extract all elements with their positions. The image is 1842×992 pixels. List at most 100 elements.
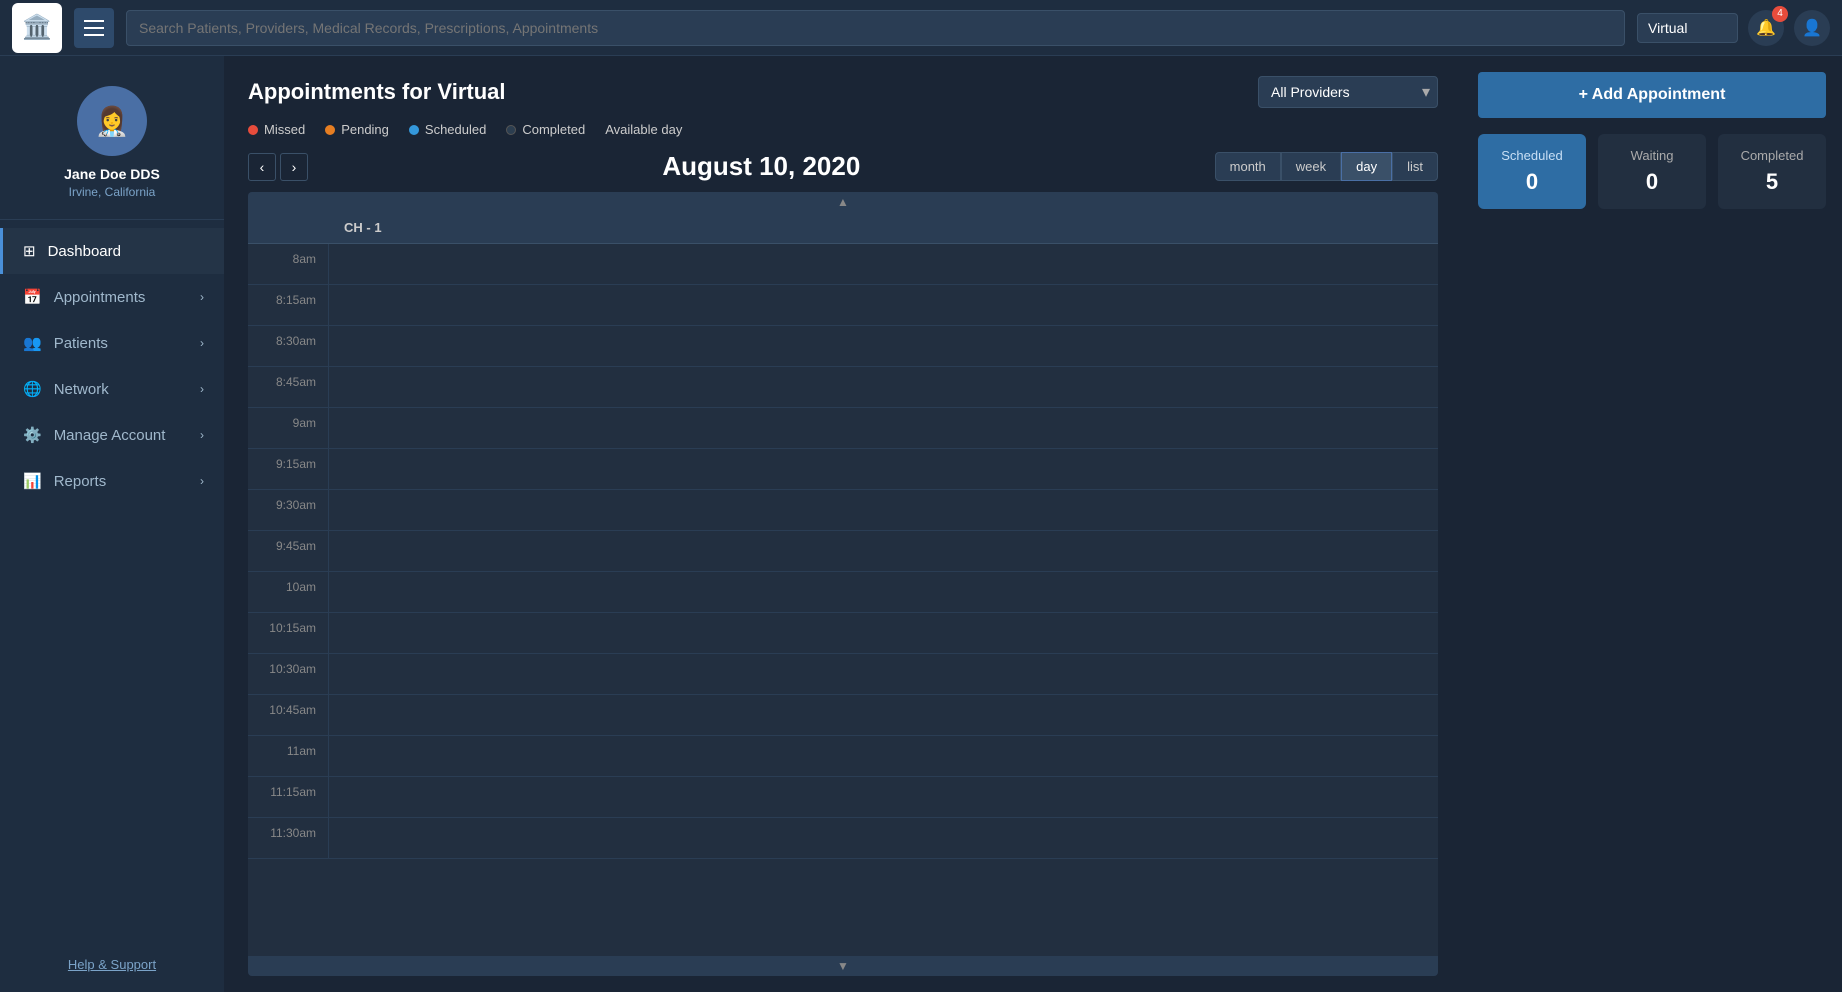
page-header: Appointments for Virtual All Providers P… (224, 56, 1462, 122)
completed-dot (506, 125, 516, 135)
tab-week[interactable]: week (1281, 152, 1341, 181)
sidebar-item-manage-account[interactable]: ⚙️ Manage Account › (0, 412, 224, 458)
time-slot[interactable] (328, 449, 1438, 489)
legend-bar: Missed Pending Scheduled Completed Avail… (224, 122, 1462, 151)
time-label: 9:15am (248, 449, 328, 489)
time-label: 10:30am (248, 654, 328, 694)
main-layout: 👩‍⚕️ Jane Doe DDS Irvine, California ⊞ D… (0, 56, 1842, 992)
time-slot[interactable] (328, 654, 1438, 694)
time-label: 10:15am (248, 613, 328, 653)
sidebar-user: 👩‍⚕️ Jane Doe DDS Irvine, California (0, 66, 224, 220)
menu-bar (84, 34, 104, 36)
time-row: 9:45am (248, 531, 1438, 572)
legend-missed: Missed (248, 122, 305, 137)
legend-pending-label: Pending (341, 122, 389, 137)
current-date: August 10, 2020 (324, 151, 1199, 182)
ch-label: CH - 1 (344, 220, 382, 235)
time-row: 10am (248, 572, 1438, 613)
time-slot[interactable] (328, 613, 1438, 653)
notification-badge: 4 (1772, 6, 1788, 22)
chevron-right-icon: › (200, 382, 204, 396)
prev-button[interactable]: ‹ (248, 153, 276, 181)
stat-value-scheduled: 0 (1488, 169, 1576, 195)
time-row: 11am (248, 736, 1438, 777)
legend-scheduled: Scheduled (409, 122, 486, 137)
add-appointment-button[interactable]: + Add Appointment (1478, 72, 1826, 118)
tab-list[interactable]: list (1392, 152, 1438, 181)
patients-icon: 👥 (23, 334, 42, 352)
stat-card-scheduled[interactable]: Scheduled 0 (1478, 134, 1586, 209)
time-label: 11:15am (248, 777, 328, 817)
right-panel: + Add Appointment Scheduled 0 Waiting 0 … (1462, 56, 1842, 992)
view-tabs: month week day list (1215, 152, 1438, 181)
next-button[interactable]: › (280, 153, 308, 181)
time-slot[interactable] (328, 531, 1438, 571)
page-title: Appointments for Virtual (248, 79, 506, 105)
stat-label-waiting: Waiting (1608, 148, 1696, 163)
sidebar-item-appointments[interactable]: 📅 Appointments › (0, 274, 224, 320)
legend-completed: Completed (506, 122, 585, 137)
avatar: 👩‍⚕️ (77, 86, 147, 156)
time-row: 10:15am (248, 613, 1438, 654)
time-row: 8:15am (248, 285, 1438, 326)
tab-month[interactable]: month (1215, 152, 1281, 181)
time-slot[interactable] (328, 572, 1438, 612)
legend-available: Available day (605, 122, 682, 137)
time-row: 8:30am (248, 326, 1438, 367)
tab-day[interactable]: day (1341, 152, 1392, 181)
time-label: 8am (248, 244, 328, 284)
nav-arrows: ‹ › (248, 153, 308, 181)
available-day-label: Available day (605, 122, 682, 137)
legend-missed-label: Missed (264, 122, 305, 137)
time-slot[interactable] (328, 244, 1438, 284)
menu-bar (84, 27, 104, 29)
time-label: 8:30am (248, 326, 328, 366)
sidebar-item-label: Network (54, 381, 109, 398)
location-select[interactable]: Virtual In-Person (1637, 13, 1738, 43)
scroll-down-arrow[interactable]: ▼ (248, 956, 1438, 976)
chevron-right-icon: › (200, 474, 204, 488)
time-label: 10:45am (248, 695, 328, 735)
sidebar-nav: ⊞ Dashboard 📅 Appointments › 👥 Patients … (0, 228, 224, 937)
provider-select[interactable]: All Providers Provider A Provider B (1258, 76, 1438, 108)
time-slot[interactable] (328, 736, 1438, 776)
time-slot[interactable] (328, 818, 1438, 858)
time-slot[interactable] (328, 777, 1438, 817)
stats-row: Scheduled 0 Waiting 0 Completed 5 (1478, 134, 1826, 209)
legend-pending: Pending (325, 122, 389, 137)
sidebar-item-dashboard[interactable]: ⊞ Dashboard (0, 228, 224, 274)
time-slot[interactable] (328, 367, 1438, 407)
menu-bar (84, 20, 104, 22)
scroll-up-arrow[interactable]: ▲ (248, 192, 1438, 212)
time-slot[interactable] (328, 490, 1438, 530)
time-slot[interactable] (328, 408, 1438, 448)
help-support-link[interactable]: Help & Support (0, 937, 224, 992)
stat-card-waiting[interactable]: Waiting 0 (1598, 134, 1706, 209)
time-slot[interactable] (328, 285, 1438, 325)
topbar: 🏛️ Virtual In-Person 🔔 4 👤 (0, 0, 1842, 56)
time-label: 9:30am (248, 490, 328, 530)
sidebar-item-patients[interactable]: 👥 Patients › (0, 320, 224, 366)
stat-value-waiting: 0 (1608, 169, 1696, 195)
time-row: 9:30am (248, 490, 1438, 531)
search-input[interactable] (126, 10, 1625, 46)
time-row: 8:45am (248, 367, 1438, 408)
calendar-area: ▲ CH - 1 8am 8:15am 8:30am 8:45am 9am 9:… (248, 192, 1438, 976)
time-slot[interactable] (328, 326, 1438, 366)
network-icon: 🌐 (23, 380, 42, 398)
chevron-right-icon: › (200, 336, 204, 350)
notification-button[interactable]: 🔔 4 (1748, 10, 1784, 46)
menu-button[interactable] (74, 8, 114, 48)
time-slot[interactable] (328, 695, 1438, 735)
user-location: Irvine, California (69, 185, 156, 199)
sidebar-item-label: Appointments (54, 289, 146, 306)
sidebar-item-reports[interactable]: 📊 Reports › (0, 458, 224, 504)
calendar-body[interactable]: 8am 8:15am 8:30am 8:45am 9am 9:15am 9:30… (248, 244, 1438, 956)
sidebar-item-network[interactable]: 🌐 Network › (0, 366, 224, 412)
missed-dot (248, 125, 258, 135)
time-label: 10am (248, 572, 328, 612)
user-button[interactable]: 👤 (1794, 10, 1830, 46)
time-row: 11:30am (248, 818, 1438, 859)
calendar-header-row: CH - 1 (248, 212, 1438, 244)
stat-card-completed[interactable]: Completed 5 (1718, 134, 1826, 209)
